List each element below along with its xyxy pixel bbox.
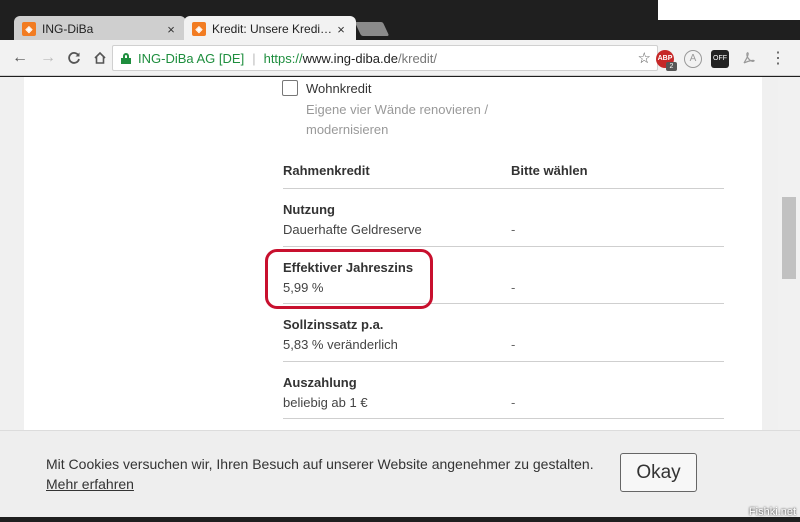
lock-icon: [121, 52, 131, 64]
menu-dots-icon[interactable]: ⋮: [770, 48, 786, 68]
option-description: Eigene vier Wände renovieren / modernisi…: [306, 102, 489, 137]
pdf-extension-icon[interactable]: [740, 50, 758, 68]
table-row: Sollzinssatz p.a. 5,83 % veränderlich -: [283, 304, 724, 362]
header-product: Rahmenkredit: [283, 163, 370, 178]
url-host: www.ing-diba.de: [302, 50, 399, 66]
row-label: Auszahlung: [283, 374, 357, 390]
address-bar[interactable]: ING-DiBa AG [DE] | https://www.ing-diba.…: [112, 45, 658, 71]
tab-ing-diba[interactable]: ◈ ING-DiBa ×: [14, 16, 186, 42]
row-choice: -: [511, 222, 516, 237]
row-value: Dauerhafte Geldreserve: [283, 222, 422, 237]
row-label: Sollzinssatz p.a.: [283, 317, 384, 332]
forward-arrow-icon[interactable]: →: [38, 48, 58, 68]
watermark: Fishki.net: [748, 506, 796, 518]
close-icon[interactable]: ×: [164, 22, 178, 37]
window-bottom-frame: [0, 517, 800, 522]
cookie-banner: Mit Cookies versuchen wir, Ihren Besuch …: [0, 430, 800, 517]
row-label: Nutzung: [283, 202, 335, 217]
row-choice: -: [511, 279, 516, 295]
reload-icon[interactable]: [64, 48, 84, 68]
browser-title-bar: ◈ ING-DiBa × ◈ Kredit: Unsere Kredite un…: [0, 0, 800, 42]
url-path: /kredit/: [398, 50, 438, 66]
home-icon[interactable]: [90, 48, 110, 68]
url-scheme: https://: [263, 50, 303, 66]
tab-title: Kredit: Unsere Kredite un: [212, 22, 334, 36]
ing-favicon-icon: ◈: [22, 22, 36, 36]
adblock-count-badge: 2: [666, 62, 677, 71]
cookie-text: Mit Cookies versuchen wir, Ihren Besuch …: [46, 456, 594, 472]
secure-origin-label: ING-DiBa AG [DE]: [138, 50, 245, 66]
back-arrow-icon[interactable]: ←: [10, 48, 30, 68]
tab-kredit[interactable]: ◈ Kredit: Unsere Kredite un ×: [184, 16, 356, 42]
browser-toolbar: ← → ING-DiBa AG [DE] | https://www.ing-d…: [0, 40, 800, 76]
extension-off-icon[interactable]: OFF: [711, 50, 729, 68]
bookmark-star-icon[interactable]: ☆: [638, 49, 651, 67]
header-choice: Bitte wählen: [511, 163, 588, 178]
table-row: Nutzung Dauerhafte Geldreserve -: [283, 189, 724, 247]
wohnkredit-checkbox[interactable]: [282, 80, 298, 96]
table-header: Rahmenkredit Bitte wählen: [283, 155, 724, 189]
ing-favicon-icon: ◈: [192, 22, 206, 36]
extension-a-icon[interactable]: A: [684, 50, 702, 68]
tab-title: ING-DiBa: [42, 22, 94, 36]
row-value: beliebig ab 1 €: [283, 394, 368, 410]
option-title: Wohnkredit: [306, 81, 372, 96]
okay-button[interactable]: Okay: [620, 453, 697, 492]
row-value: 5,83 % veränderlich: [283, 337, 398, 352]
row-choice: -: [511, 337, 516, 352]
new-tab-button[interactable]: [354, 22, 390, 36]
scrollbar-thumb[interactable]: [782, 197, 796, 279]
row-choice: -: [511, 394, 516, 410]
cookie-more-link[interactable]: Mehr erfahren: [46, 476, 134, 492]
close-icon[interactable]: ×: [334, 22, 348, 37]
omnibox-divider: |: [252, 50, 256, 66]
table-row: Auszahlung beliebig ab 1 € -: [283, 362, 724, 419]
highlight-annotation: [265, 249, 433, 309]
window-corner: [658, 0, 800, 20]
